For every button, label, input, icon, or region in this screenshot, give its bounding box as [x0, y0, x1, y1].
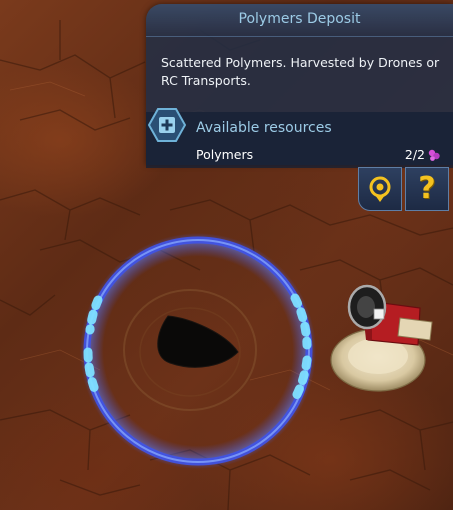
deposit-info-panel: Polymers Deposit Scattered Polymers. Har…	[146, 4, 453, 168]
locate-target-icon	[369, 176, 391, 202]
rc-drone[interactable]	[330, 284, 433, 392]
locate-button[interactable]	[358, 167, 402, 211]
resource-amount: 2/2	[404, 147, 425, 162]
resources-heading: Available resources	[196, 120, 332, 136]
resources-plus-icon	[148, 108, 186, 142]
resources-section: Available resources Polymers 2/2	[146, 112, 453, 168]
resource-name: Polymers	[196, 147, 254, 162]
polymers-icon	[428, 149, 440, 161]
panel-title: Polymers Deposit	[146, 4, 453, 37]
deposit-description: Scattered Polymers. Harvested by Drones …	[161, 55, 440, 88]
help-button[interactable]: ?	[405, 167, 449, 211]
help-icon: ?	[418, 171, 436, 206]
